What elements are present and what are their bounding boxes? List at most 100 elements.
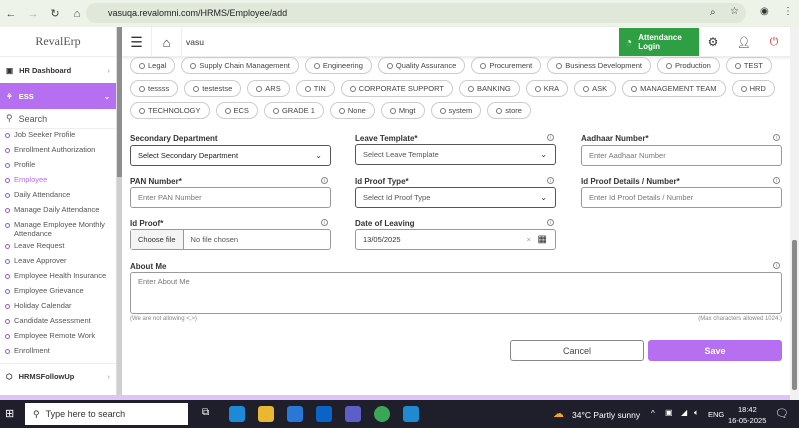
sidebar-item-employee-remote-work[interactable]: Employee Remote Work (0, 330, 116, 345)
profile-icon[interactable]: ◉ (760, 6, 769, 17)
network-icon[interactable]: ▣ (665, 408, 673, 417)
company-name: vasu (186, 37, 204, 47)
cancel-button[interactable]: Cancel (510, 340, 644, 361)
department-radio-chip[interactable]: testestse (184, 80, 242, 97)
taskbar-search[interactable]: ⚲ Type here to search (25, 403, 188, 425)
department-radio-chip[interactable]: Mngt (380, 102, 425, 119)
pan-input[interactable]: Enter PAN Number (130, 187, 331, 208)
id-proof-type-select[interactable]: Select Id Proof Type ⌄ (355, 187, 556, 208)
sidebar-item-manage-employee-monthly-attendance[interactable]: Manage Employee Monthly Attendance (0, 219, 116, 240)
task-view-icon[interactable]: ⧉ (202, 407, 209, 418)
sidebar-item-job-seeker-profile[interactable]: Job Seeker Profile (0, 129, 116, 144)
department-radio-chip[interactable]: CORPORATE SUPPORT (340, 80, 453, 97)
language-indicator[interactable]: ENG (708, 410, 724, 419)
radio-icon (338, 107, 345, 114)
attendance-login-button[interactable]: ◔ Attendance Login (619, 28, 699, 56)
edge-icon[interactable] (229, 406, 245, 422)
outlook-icon[interactable] (316, 406, 332, 422)
department-radio-chip[interactable]: Legal (130, 57, 176, 74)
power-icon[interactable]: ⏻ (763, 27, 785, 57)
sidebar-item-enrollment-authorization[interactable]: Enrollment Authorization (0, 144, 116, 159)
vscode-icon[interactable] (403, 406, 419, 422)
chip-label: testestse (202, 84, 233, 93)
volume-icon[interactable]: 🔈︎ (694, 408, 699, 418)
department-chip-row: TECHNOLOGY ECS GRADE 1 None Mngt system store (130, 102, 531, 119)
department-radio-chip[interactable]: store (487, 102, 531, 119)
reload-icon[interactable]: ↻ (44, 7, 66, 20)
file-explorer-icon[interactable] (258, 406, 274, 422)
sidebar-search[interactable]: ⚲ Search (0, 109, 116, 129)
department-radio-chip[interactable]: MANAGEMENT TEAM (622, 80, 726, 97)
id-proof-file-input[interactable]: Choose file No file chosen (130, 229, 331, 250)
sidebar-item-leave-approver[interactable]: Leave Approver (0, 255, 116, 270)
clear-icon[interactable]: × (527, 235, 531, 244)
gear-icon[interactable]: ⚙ (702, 27, 724, 57)
save-button[interactable]: Save (648, 340, 782, 361)
sidebar-item-candidate-assessment[interactable]: Candidate Assessment (0, 315, 116, 330)
sidebar-item-employee[interactable]: Employee (0, 174, 116, 189)
department-radio-chip[interactable]: system (430, 102, 482, 119)
department-radio-chip[interactable]: TIN (295, 80, 335, 97)
chip-label: Business Development (565, 61, 642, 70)
windows-start-icon[interactable]: ⊞ (5, 407, 14, 420)
hamburger-menu-icon[interactable]: ☰ (122, 27, 152, 57)
sidebar-item-holiday-calendar[interactable]: Holiday Calendar (0, 300, 116, 315)
select-value: Select Secondary Department (138, 151, 239, 160)
menu-dots-icon[interactable]: ⋮ (783, 6, 793, 17)
clock-time[interactable]: 18:42 (738, 405, 757, 414)
leave-template-select[interactable]: Select Leave Template ⌄ (355, 144, 556, 165)
calendar-icon[interactable]: ▦ (538, 234, 547, 245)
forward-icon[interactable]: → (22, 8, 44, 20)
aadhaar-input[interactable]: Enter Aadhaar Number (581, 145, 782, 166)
department-radio-chip[interactable]: BANKING (458, 80, 520, 97)
department-radio-chip[interactable]: GRADE 1 (263, 102, 324, 119)
clock-date[interactable]: 16-05-2025 (728, 416, 766, 425)
user-icon[interactable]: 👤︎ (733, 27, 755, 57)
home-icon[interactable]: ⌂ (152, 27, 182, 57)
bookmark-star-icon[interactable]: ☆ (730, 6, 739, 17)
zoom-icon[interactable]: ⌕ (710, 7, 716, 18)
chrome-icon[interactable] (374, 406, 390, 422)
sidebar-item-employee-grievance[interactable]: Employee Grievance (0, 285, 116, 300)
sidebar-item-ess[interactable]: ⚘ ESS ⌄ (0, 83, 116, 109)
sidebar-item-manage-daily-attendance[interactable]: Manage Daily Attendance (0, 204, 116, 219)
department-radio-chip[interactable]: Quality Assurance (377, 57, 466, 74)
department-radio-chip[interactable]: ASK (574, 80, 617, 97)
notification-icon[interactable]: 🗨︎ (775, 407, 789, 420)
department-radio-chip[interactable]: None (329, 102, 375, 119)
address-bar[interactable]: vasuqa.revalomni.com/HRMS/Employee/add (86, 3, 746, 23)
department-radio-chip[interactable]: Supply Chain Management (181, 57, 299, 74)
sidebar-item-label: HRMSFollowUp (18, 372, 75, 381)
sidebar-item-enrollment[interactable]: Enrollment (0, 345, 116, 360)
date-of-leaving-input[interactable]: 13/05/2025 × ▦ (355, 229, 556, 250)
sidebar-item-profile[interactable]: Profile (0, 159, 116, 174)
department-radio-chip[interactable]: Procurement (471, 57, 542, 74)
sidebar-item-hrmsfollowup[interactable]: ⬡ HRMSFollowUp › (0, 363, 116, 389)
department-radio-chip[interactable]: Business Development (547, 57, 651, 74)
department-radio-chip[interactable]: ARS (247, 80, 290, 97)
store-icon[interactable] (287, 406, 303, 422)
department-radio-chip[interactable]: KRA (525, 80, 569, 97)
department-radio-chip[interactable]: Production (656, 57, 720, 74)
home-icon[interactable]: ⌂ (66, 8, 88, 20)
sidebar-item-employee-health-insurance[interactable]: Employee Health Insurance (0, 270, 116, 285)
department-radio-chip[interactable]: ECS (215, 102, 258, 119)
back-icon[interactable]: ← (0, 8, 22, 20)
chevron-up-icon[interactable]: ^ (651, 409, 655, 418)
department-radio-chip[interactable]: Engineering (304, 57, 372, 74)
department-radio-chip[interactable]: TEST (725, 57, 773, 74)
secondary-department-select[interactable]: Select Secondary Department ⌄ (130, 145, 331, 166)
sidebar-item-leave-request[interactable]: Leave Request (0, 240, 116, 255)
id-proof-details-input[interactable]: Enter Id Proof Details / Number (581, 187, 782, 208)
sidebar-item-hr-dashboard[interactable]: ▣ HR Dashboard › (0, 57, 116, 83)
wifi-icon[interactable]: ◢ (681, 408, 687, 417)
about-me-textarea[interactable]: Enter About Me (130, 272, 782, 314)
choose-file-button[interactable]: Choose file (131, 230, 184, 249)
weather-text[interactable]: 34°C Partly sunny (572, 410, 640, 420)
teams-icon[interactable] (345, 406, 361, 422)
sidebar-item-daily-attendance[interactable]: Daily Attendance (0, 189, 116, 204)
page-scrollbar-thumb[interactable] (792, 240, 797, 390)
department-radio-chip[interactable]: TECHNOLOGY (130, 102, 210, 119)
department-radio-chip[interactable]: HRD (731, 80, 775, 97)
department-radio-chip[interactable]: tessss (130, 80, 179, 97)
